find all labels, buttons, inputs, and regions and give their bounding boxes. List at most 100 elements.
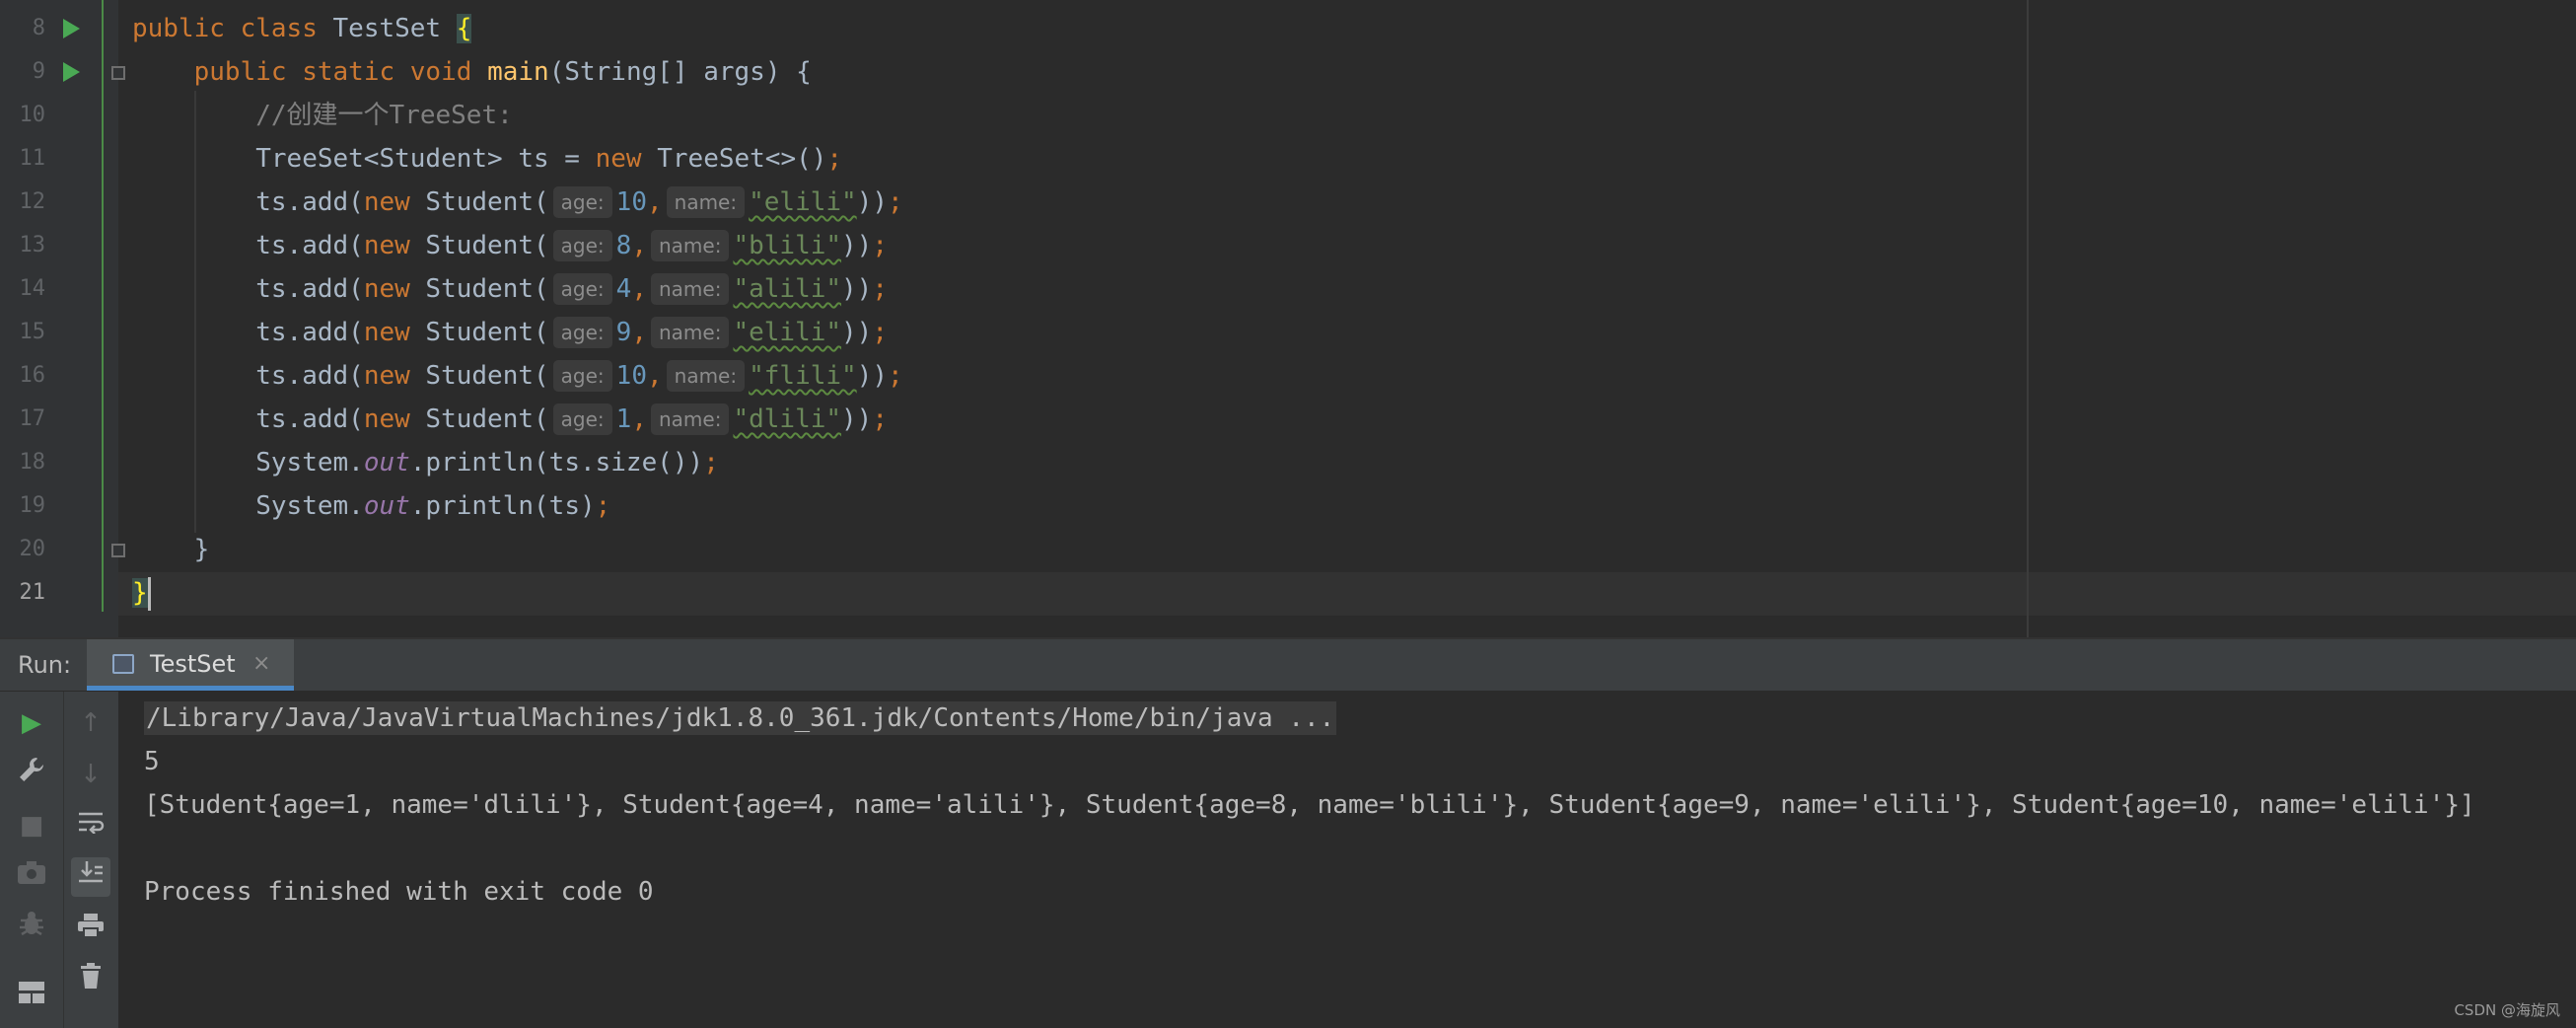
keyword: new — [363, 318, 410, 347]
code-text: Student( — [409, 318, 549, 347]
soft-wrap-icon[interactable] — [71, 806, 110, 845]
comma: , — [631, 274, 647, 304]
editor-gutter[interactable]: 8 9 10 11 12 13 14 15 16 17 18 19 20 21 — [0, 0, 125, 637]
keyword: new — [363, 404, 410, 434]
layout-icon[interactable] — [12, 978, 51, 1017]
code-text: ts.add( — [255, 231, 364, 260]
line-number-current: 21 — [19, 580, 46, 605]
wrench-icon[interactable] — [12, 755, 51, 794]
method-params: (String[] args) { — [548, 57, 812, 87]
string-literal: "elili" — [733, 318, 842, 347]
tab-label: TestSet — [150, 650, 236, 678]
code-line: TreeSet<Student> ts = new TreeSet<>(); — [132, 137, 842, 181]
semicolon: ; — [703, 448, 719, 477]
comma: , — [631, 231, 647, 260]
number-literal: 10 — [615, 187, 647, 217]
string-literal: "alili" — [733, 274, 842, 304]
code-line: ts.add(new Student(age: 10, name: "elili"))… — [132, 181, 903, 224]
scroll-to-end-icon[interactable] — [71, 857, 110, 897]
param-hint-age: age: — [552, 186, 612, 218]
keyword: new — [363, 231, 410, 260]
run-toolbar-primary: ▶ ■ — [0, 692, 63, 1028]
param-hint-name: name: — [650, 230, 730, 261]
string-literal: "blili" — [733, 231, 842, 260]
up-arrow-icon[interactable]: ↑ — [71, 703, 110, 743]
semicolon: ; — [872, 318, 888, 347]
code-text: )) — [856, 187, 888, 217]
param-hint-name: name: — [666, 186, 746, 218]
console-line: 5 — [144, 747, 160, 776]
keyword: new — [595, 144, 642, 174]
code-text: ts.add( — [255, 404, 364, 434]
keyword: void — [409, 57, 472, 87]
code-text: System. — [255, 491, 364, 521]
line-number: 16 — [19, 363, 46, 388]
comma: , — [631, 404, 647, 434]
console-line: [Student{age=1, name='dlili'}, Student{a… — [144, 790, 2475, 820]
static-field: out — [363, 448, 410, 477]
gutter-change-marker — [102, 0, 104, 612]
keyword: new — [363, 187, 410, 217]
code-line: } — [132, 528, 210, 571]
stop-icon[interactable]: ■ — [12, 806, 51, 845]
line-number: 14 — [19, 276, 46, 301]
debug-bug-icon[interactable] — [12, 909, 51, 948]
code-text: Student( — [409, 231, 549, 260]
text-caret — [147, 576, 151, 611]
number-literal: 1 — [615, 404, 632, 434]
code-editor[interactable]: 8 9 10 11 12 13 14 15 16 17 18 19 20 21 … — [0, 0, 2576, 637]
code-text: )) — [841, 318, 873, 347]
code-text: Student( — [409, 361, 549, 391]
right-margin-guide — [2027, 0, 2029, 637]
method-close-brace: } — [193, 535, 210, 564]
run-main-icon[interactable] — [63, 62, 80, 82]
run-console[interactable]: ▶ ■ ↑ ↓ /Library/Java/JavaVirtualMachine… — [0, 692, 2576, 1028]
param-hint-age: age: — [552, 360, 612, 392]
print-icon[interactable] — [71, 911, 110, 950]
run-icon[interactable]: ▶ — [12, 703, 51, 743]
line-number: 9 — [32, 59, 45, 84]
keyword: public — [193, 57, 287, 87]
number-literal: 8 — [615, 231, 632, 260]
comma: , — [646, 187, 663, 217]
code-text: TreeSet<Student> ts = — [255, 144, 596, 174]
down-arrow-icon[interactable]: ↓ — [71, 755, 110, 794]
trash-icon[interactable] — [71, 962, 110, 1001]
brace-highlight: { — [456, 14, 472, 43]
number-literal: 4 — [615, 274, 632, 304]
fold-close-icon[interactable] — [111, 544, 125, 557]
param-hint-age: age: — [552, 317, 612, 348]
run-class-icon[interactable] — [63, 19, 80, 38]
fold-open-icon[interactable] — [111, 66, 125, 80]
param-hint-name: name: — [650, 317, 730, 348]
string-literal: "dlili" — [733, 404, 842, 434]
code-line: public class TestSet { — [132, 7, 472, 50]
line-number: 17 — [19, 406, 46, 431]
semicolon: ; — [888, 187, 903, 217]
code-line: public static void main(String[] args) { — [132, 50, 812, 94]
code-text: Student( — [409, 404, 549, 434]
java-command[interactable]: /Library/Java/JavaVirtualMachines/jdk1.8… — [144, 701, 1337, 735]
tab-active-indicator — [87, 686, 294, 691]
tab-testset[interactable]: TestSet × — [87, 639, 294, 691]
code-text: )) — [856, 361, 888, 391]
code-line: ts.add(new Student(age: 8, name: "blili")); — [132, 224, 888, 267]
brace-highlight: } — [132, 578, 148, 608]
param-hint-name: name: — [650, 404, 730, 435]
line-number: 11 — [19, 146, 46, 171]
semicolon: ; — [872, 404, 888, 434]
camera-icon[interactable] — [12, 857, 51, 897]
code-text: ts.add( — [255, 318, 364, 347]
console-line: Process finished with exit code 0 — [144, 877, 654, 907]
number-literal: 9 — [615, 318, 632, 347]
line-number: 10 — [19, 103, 46, 127]
run-config-icon — [112, 654, 134, 674]
code-text: Student( — [409, 274, 549, 304]
code-text: System. — [255, 448, 364, 477]
keyword: public — [132, 14, 225, 43]
code-line: ts.add(new Student(age: 9, name: "elili")); — [132, 311, 888, 354]
code-text: )) — [841, 231, 873, 260]
keyword: new — [363, 361, 410, 391]
close-icon[interactable]: × — [252, 639, 270, 689]
keyword: class — [240, 14, 318, 43]
